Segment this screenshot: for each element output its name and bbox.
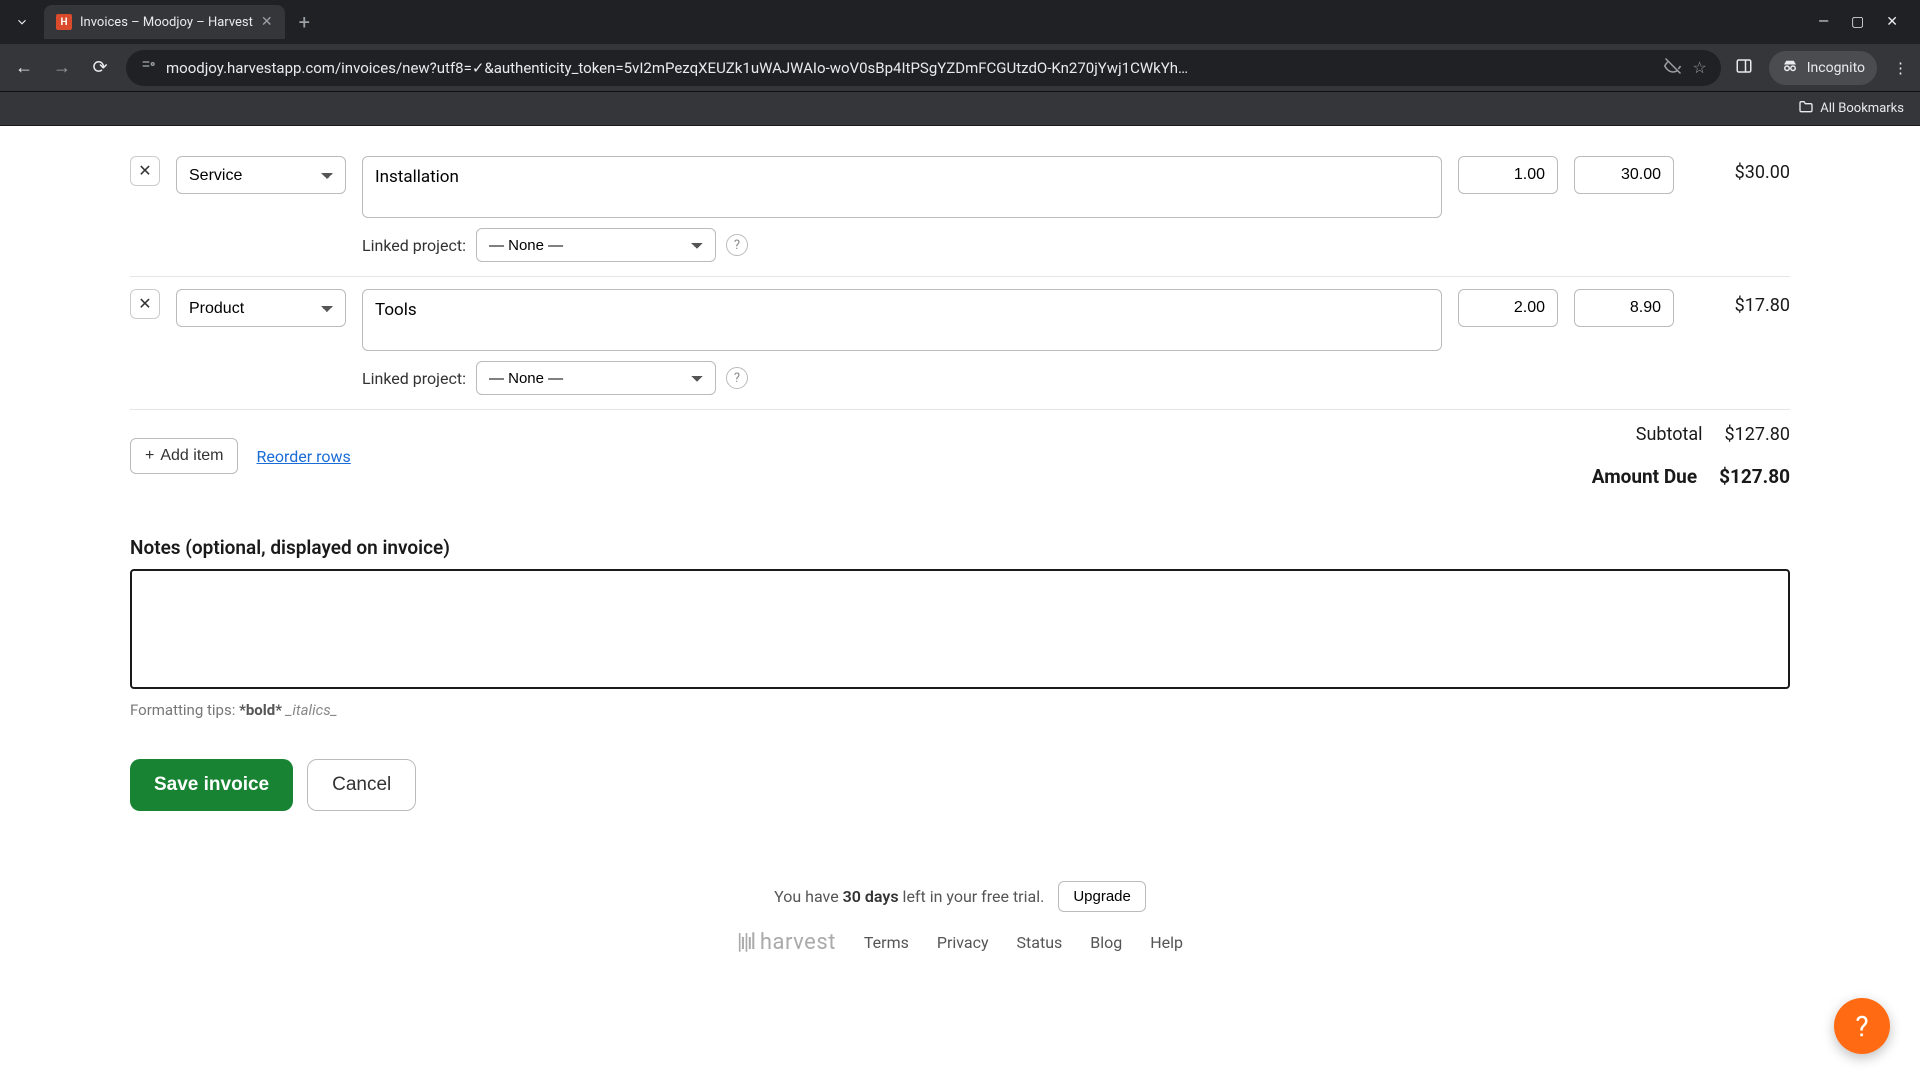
- page-footer: You have 30 days left in your free trial…: [130, 881, 1790, 955]
- subtotal-value: $127.80: [1725, 424, 1790, 445]
- help-fab-button[interactable]: ?: [1834, 998, 1890, 1054]
- harvest-logo-icon: |ı|ıl: [737, 930, 754, 955]
- plus-icon: +: [145, 447, 154, 465]
- description-column: Linked project: — None — ?: [362, 289, 1442, 395]
- help-fab-icon: ?: [1855, 1010, 1868, 1043]
- footer-link-blog[interactable]: Blog: [1090, 933, 1122, 952]
- line-item: ✕ Service Linked project: — None — ? $30…: [130, 144, 1790, 277]
- star-icon[interactable]: ☆: [1692, 58, 1706, 77]
- address-bar[interactable]: moodjoy.harvestapp.com/invoices/new?utf8…: [126, 50, 1721, 86]
- formatting-prefix: Formatting tips:: [130, 701, 239, 719]
- remove-line-button[interactable]: ✕: [130, 289, 160, 319]
- trial-row: You have 30 days left in your free trial…: [774, 881, 1146, 912]
- harvest-logo: |ı|ıl harvest: [737, 930, 836, 955]
- line-amount: $17.80: [1690, 289, 1790, 316]
- unit-price-input[interactable]: [1574, 156, 1674, 194]
- footer-link-help[interactable]: Help: [1150, 933, 1183, 952]
- new-tab-icon[interactable]: +: [293, 10, 316, 34]
- quantity-input[interactable]: [1458, 156, 1558, 194]
- totals: Subtotal $127.80 Amount Due $127.80: [1592, 424, 1790, 488]
- tabs-dropdown-icon[interactable]: [8, 8, 36, 36]
- trial-text: You have 30 days left in your free trial…: [774, 887, 1044, 906]
- description-input[interactable]: [362, 156, 1442, 218]
- footer-link-status[interactable]: Status: [1017, 933, 1063, 952]
- minimize-icon[interactable]: ―: [1818, 14, 1829, 30]
- page-viewport[interactable]: ✕ Service Linked project: — None — ? $30…: [0, 126, 1920, 1080]
- help-icon[interactable]: ?: [726, 234, 748, 256]
- back-icon[interactable]: ←: [12, 57, 36, 78]
- browser-chrome: H Invoices – Moodjoy – Harvest ✕ + ― ▢ ✕…: [0, 0, 1920, 126]
- forward-icon[interactable]: →: [50, 57, 74, 78]
- form-actions: Save invoice Cancel: [130, 759, 1790, 811]
- window-controls: ― ▢ ✕: [1818, 14, 1912, 30]
- toolbar-right: Incognito ⋮: [1735, 51, 1908, 85]
- url-text: moodjoy.harvestapp.com/invoices/new?utf8…: [166, 59, 1654, 77]
- help-icon[interactable]: ?: [726, 367, 748, 389]
- maximize-icon[interactable]: ▢: [1851, 14, 1864, 30]
- browser-toolbar: ← → ⟳ moodjoy.harvestapp.com/invoices/ne…: [0, 44, 1920, 92]
- footer-link-privacy[interactable]: Privacy: [937, 933, 989, 952]
- subtotal-label: Subtotal: [1636, 424, 1703, 445]
- tab-close-icon[interactable]: ✕: [261, 14, 273, 30]
- footer-link-terms[interactable]: Terms: [864, 933, 909, 952]
- amount-due-value: $127.80: [1719, 465, 1790, 488]
- item-type-select[interactable]: Product: [176, 289, 346, 327]
- eye-off-icon[interactable]: [1664, 57, 1682, 79]
- tab-strip: H Invoices – Moodjoy – Harvest ✕ + ― ▢ ✕: [0, 0, 1920, 44]
- notes-textarea[interactable]: [130, 569, 1790, 689]
- subtotal-row: Subtotal $127.80: [1592, 424, 1790, 445]
- quantity-input[interactable]: [1458, 289, 1558, 327]
- sidepanel-icon[interactable]: [1735, 57, 1753, 79]
- tab-favicon-icon: H: [56, 14, 72, 30]
- formatting-tips: Formatting tips: *bold* _italics_: [130, 701, 1790, 719]
- reorder-rows-link[interactable]: Reorder rows: [256, 447, 350, 466]
- footer-links: |ı|ıl harvest Terms Privacy Status Blog …: [737, 930, 1183, 955]
- description-column: Linked project: — None — ?: [362, 156, 1442, 262]
- browser-tab[interactable]: H Invoices – Moodjoy – Harvest ✕: [44, 5, 285, 39]
- bold-example: *bold*: [239, 701, 282, 719]
- linked-project-row: Linked project: — None — ?: [362, 228, 1442, 262]
- linked-project-row: Linked project: — None — ?: [362, 361, 1442, 395]
- notes-label: Notes (optional, displayed on invoice): [130, 536, 1790, 559]
- unit-price-input[interactable]: [1574, 289, 1674, 327]
- add-item-label: Add item: [160, 447, 223, 465]
- amount-due-label: Amount Due: [1592, 465, 1697, 488]
- bookmarks-bar: All Bookmarks: [0, 92, 1920, 126]
- amount-due-row: Amount Due $127.80: [1592, 465, 1790, 488]
- incognito-label: Incognito: [1807, 60, 1865, 76]
- close-window-icon[interactable]: ✕: [1886, 14, 1898, 30]
- italics-example: _italics_: [286, 701, 338, 719]
- invoice-form: ✕ Service Linked project: — None — ? $30…: [130, 126, 1790, 995]
- site-info-icon[interactable]: [140, 58, 156, 78]
- add-item-button[interactable]: + Add item: [130, 438, 238, 474]
- upgrade-button[interactable]: Upgrade: [1058, 881, 1146, 912]
- tab-title: Invoices – Moodjoy – Harvest: [80, 15, 253, 30]
- save-invoice-button[interactable]: Save invoice: [130, 759, 293, 811]
- description-input[interactable]: [362, 289, 1442, 351]
- linked-project-label: Linked project:: [362, 236, 466, 255]
- item-type-select[interactable]: Service: [176, 156, 346, 194]
- reload-icon[interactable]: ⟳: [88, 57, 112, 78]
- linked-project-select[interactable]: — None —: [476, 228, 716, 262]
- kebab-menu-icon[interactable]: ⋮: [1893, 59, 1908, 77]
- line-item: ✕ Product Linked project: — None — ? $17…: [130, 277, 1790, 410]
- line-amount: $30.00: [1690, 156, 1790, 183]
- folder-icon: [1798, 99, 1814, 119]
- incognito-chip[interactable]: Incognito: [1769, 51, 1877, 85]
- linked-project-select[interactable]: — None —: [476, 361, 716, 395]
- notes-section: Notes (optional, displayed on invoice) F…: [130, 536, 1790, 719]
- items-actions-row: + Add item Reorder rows Subtotal $127.80…: [130, 410, 1790, 488]
- linked-project-label: Linked project:: [362, 369, 466, 388]
- remove-line-button[interactable]: ✕: [130, 156, 160, 186]
- all-bookmarks-link[interactable]: All Bookmarks: [1820, 101, 1904, 116]
- cancel-button[interactable]: Cancel: [307, 759, 416, 811]
- incognito-icon: [1781, 57, 1799, 79]
